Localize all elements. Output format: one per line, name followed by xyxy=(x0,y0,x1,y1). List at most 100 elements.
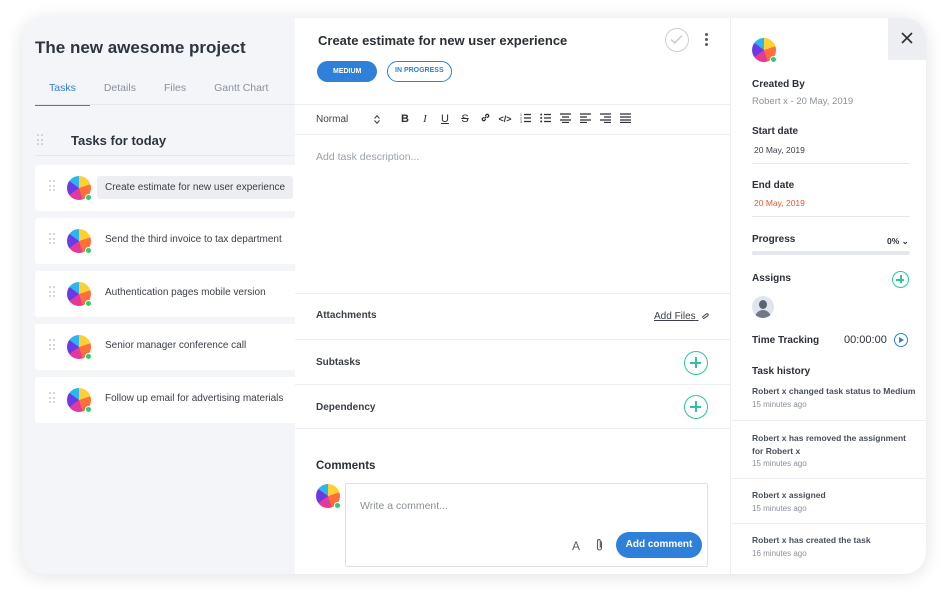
divider xyxy=(295,428,731,429)
align-left-icon[interactable] xyxy=(575,112,595,126)
align-center-icon[interactable] xyxy=(555,112,575,126)
task-description-input[interactable]: Add task description... xyxy=(316,151,419,163)
add-assignee-button[interactable] xyxy=(892,271,909,288)
task-label: Send the third invoice to tax department xyxy=(105,234,282,245)
underline-icon[interactable]: U xyxy=(435,113,455,125)
task-row[interactable]: Senior manager conference call xyxy=(35,324,312,370)
task-board: The new awesome project Tasks Details Fi… xyxy=(22,18,312,574)
close-button[interactable] xyxy=(888,18,926,60)
avatar xyxy=(67,335,92,360)
created-by-label: Created By xyxy=(752,79,805,90)
online-status-dot xyxy=(85,247,92,254)
align-right-icon[interactable] xyxy=(595,112,615,126)
start-timer-button[interactable] xyxy=(894,333,908,347)
progress-bar xyxy=(752,251,910,255)
dependency-label: Dependency xyxy=(316,402,376,413)
avatar xyxy=(67,176,92,201)
priority-badge[interactable]: MEDIUM xyxy=(317,61,378,82)
online-status-dot xyxy=(770,56,777,63)
svg-text:3: 3 xyxy=(520,120,522,123)
history-time: 15 minutes ago xyxy=(752,400,807,409)
paperclip-icon xyxy=(702,313,710,320)
drag-handle-icon[interactable] xyxy=(49,339,55,351)
history-message: Robert x has created the task xyxy=(752,535,871,545)
task-row[interactable]: Follow up email for advertising material… xyxy=(35,377,312,423)
task-row[interactable]: Authentication pages mobile version xyxy=(35,271,312,317)
assignee-avatar[interactable] xyxy=(752,296,774,318)
add-subtask-button[interactable] xyxy=(684,351,708,375)
divider xyxy=(295,384,731,385)
task-label: Create estimate for new user experience xyxy=(97,176,294,199)
task-detail-panel: Create estimate for new user experience … xyxy=(295,18,731,574)
more-options-icon[interactable] xyxy=(703,33,709,47)
divider xyxy=(752,163,910,164)
time-tracking-value: 00:00:00 xyxy=(844,334,887,346)
creator-avatar xyxy=(752,38,777,63)
check-icon xyxy=(670,34,683,45)
add-files-label: Add Files xyxy=(654,311,696,322)
comments-title: Comments xyxy=(316,460,376,472)
history-message: Robert x has removed the assignment for … xyxy=(752,433,906,456)
text-format-icon[interactable]: A xyxy=(572,539,580,553)
add-dependency-button[interactable] xyxy=(684,395,708,419)
ordered-list-icon[interactable]: 123 xyxy=(515,113,535,126)
tab-files[interactable]: Files xyxy=(150,82,200,106)
history-item: Robert x has created the task 16 minutes… xyxy=(731,524,926,574)
italic-icon[interactable]: I xyxy=(415,113,435,125)
task-section-header: Tasks for today xyxy=(35,122,312,156)
avatar xyxy=(67,229,92,254)
history-time: 15 minutes ago xyxy=(752,459,807,468)
text-format-select[interactable]: Normal xyxy=(316,114,380,125)
drag-handle-icon[interactable] xyxy=(49,392,55,404)
bold-icon[interactable]: B xyxy=(395,113,415,125)
avatar xyxy=(67,388,92,413)
drag-handle-icon[interactable] xyxy=(49,180,55,192)
project-tabs: Tasks Details Files Gantt Chart xyxy=(35,82,282,106)
task-row[interactable]: Create estimate for new user experience xyxy=(35,165,312,211)
drag-handle-icon[interactable] xyxy=(37,134,43,146)
start-date-label: Start date xyxy=(752,126,799,137)
add-comment-button[interactable]: Add comment xyxy=(616,532,702,558)
strikethrough-icon[interactable]: S xyxy=(455,113,475,125)
online-status-dot xyxy=(85,300,92,307)
drag-handle-icon[interactable] xyxy=(49,286,55,298)
tab-tasks[interactable]: Tasks xyxy=(35,82,90,106)
tab-gantt-chart[interactable]: Gantt Chart xyxy=(200,82,282,106)
attach-icon[interactable] xyxy=(595,538,604,552)
history-item: Robert x assigned 15 minutes ago xyxy=(731,479,926,524)
divider xyxy=(295,104,731,105)
comment-input[interactable]: Write a comment... xyxy=(360,500,448,512)
drag-handle-icon[interactable] xyxy=(49,233,55,245)
complete-task-button[interactable] xyxy=(665,28,689,52)
history-item: Robert x changed task status to Medium 1… xyxy=(731,378,926,421)
bullet-list-icon[interactable] xyxy=(535,113,555,126)
history-message: Robert x changed task status to Medium xyxy=(752,386,916,396)
tabs-divider xyxy=(35,104,312,105)
start-date-value[interactable]: 20 May, 2019 xyxy=(754,145,805,155)
sort-arrows-icon xyxy=(374,114,380,124)
project-title: The new awesome project xyxy=(35,38,246,57)
assigns-label: Assigns xyxy=(752,273,791,284)
align-justify-icon[interactable] xyxy=(615,112,635,126)
section-title: Tasks for today xyxy=(71,133,167,148)
online-status-dot xyxy=(334,502,341,509)
tab-details[interactable]: Details xyxy=(90,82,150,106)
progress-select[interactable]: 0% ⌄ xyxy=(887,236,909,247)
end-date-value[interactable]: 20 May, 2019 xyxy=(754,198,805,208)
status-badge[interactable]: IN PROGRESS xyxy=(387,61,452,82)
comment-box[interactable]: Write a comment... A Add comment xyxy=(345,483,708,567)
divider xyxy=(295,134,731,135)
task-label: Follow up email for advertising material… xyxy=(105,393,284,404)
attachments-label: Attachments xyxy=(316,310,377,321)
online-status-dot xyxy=(85,353,92,360)
progress-label: Progress xyxy=(752,234,796,245)
progress-value: 0% xyxy=(887,236,900,246)
code-icon[interactable]: </> xyxy=(495,114,515,124)
task-history-label: Task history xyxy=(752,366,811,377)
task-title: Create estimate for new user experience xyxy=(318,33,568,48)
link-icon[interactable] xyxy=(475,112,495,126)
end-date-label: End date xyxy=(752,180,795,191)
add-files-link[interactable]: Add Files xyxy=(654,311,710,322)
task-row[interactable]: Send the third invoice to tax department xyxy=(35,218,312,264)
task-meta-panel: Created By Robert x - 20 May, 2019 Start… xyxy=(731,18,926,574)
